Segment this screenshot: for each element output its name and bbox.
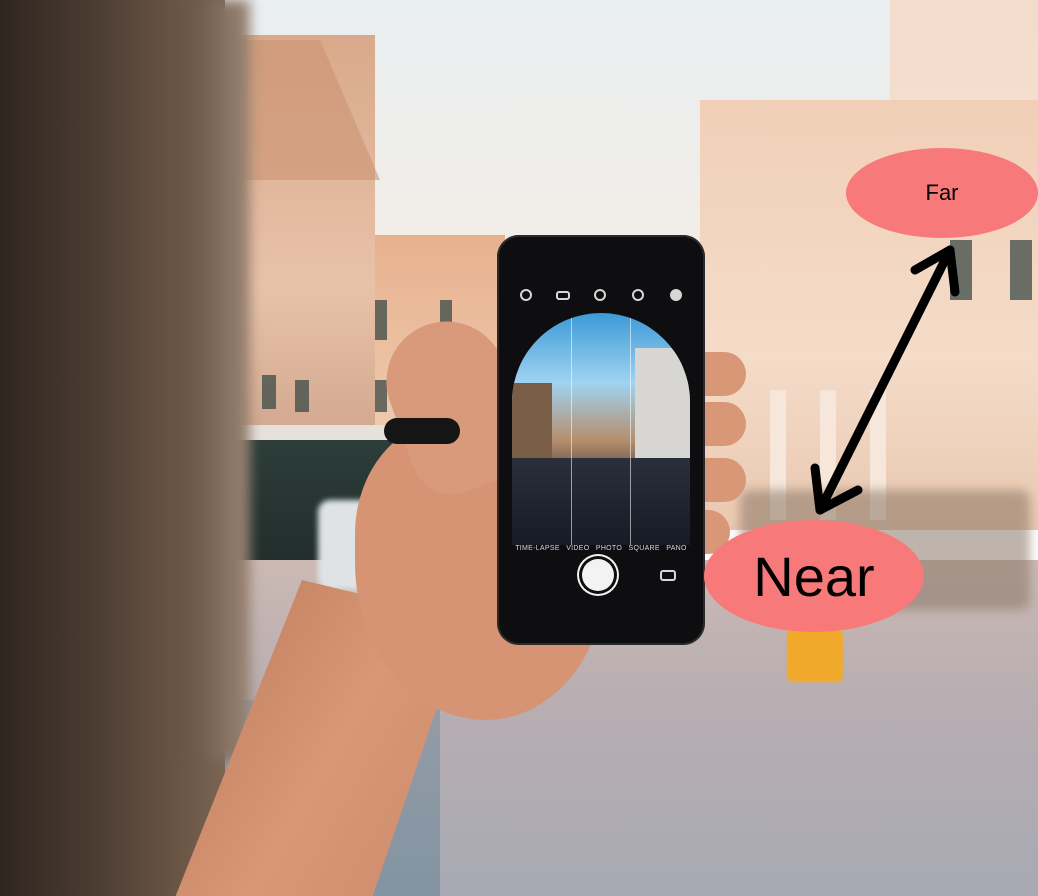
distance-arrow (810, 245, 960, 515)
distance-arrow-shaft (815, 245, 955, 515)
scene: TIME-LAPSE VIDEO PHOTO SQUARE PANO Far N… (0, 0, 1038, 896)
near-label: Near (704, 520, 924, 632)
far-label: Far (846, 148, 1038, 238)
